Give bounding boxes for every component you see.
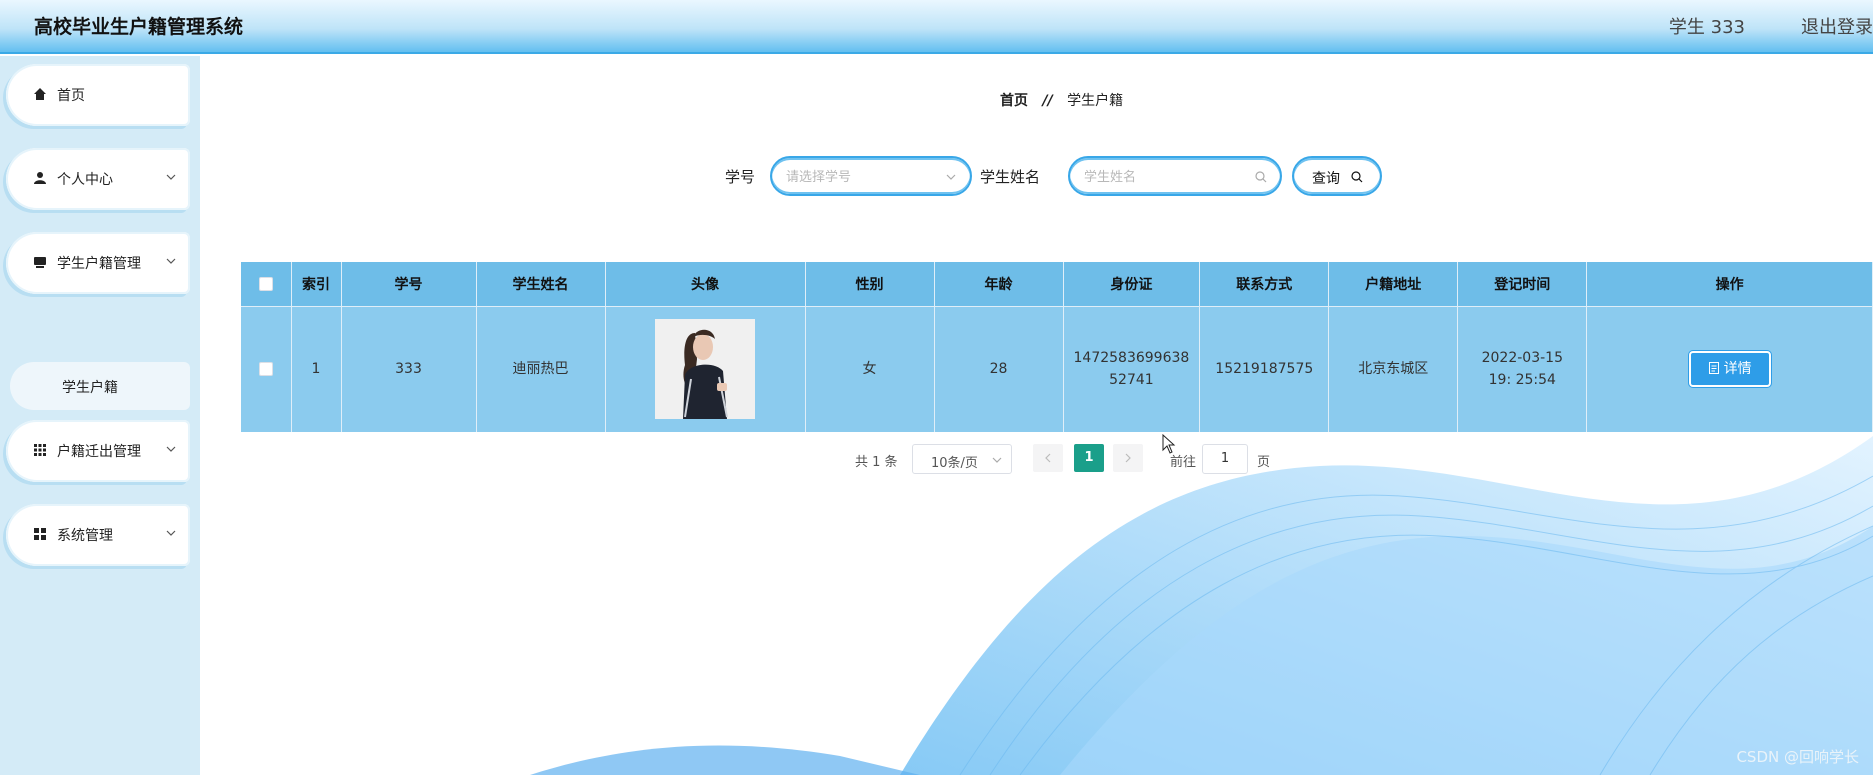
- breadcrumb-current: 学生户籍: [1067, 93, 1124, 109]
- logout-link[interactable]: 退出登录: [1801, 13, 1873, 39]
- chevron-left-icon: [1045, 453, 1051, 463]
- chevron-down-icon: [166, 530, 176, 536]
- sidebar-item-system-management[interactable]: 系统管理: [6, 504, 190, 566]
- column-header[interactable]: 头像: [605, 262, 806, 306]
- student-name-field[interactable]: [1068, 156, 1282, 196]
- page-unit-label: 页: [1257, 455, 1271, 470]
- search-bar: 学号 学生姓名 查询: [200, 156, 1873, 196]
- page-size-select[interactable]: 10条/页: [912, 444, 1012, 474]
- query-button-label: 查询: [1312, 171, 1340, 187]
- cell-student-no: 333: [341, 305, 477, 432]
- column-header[interactable]: 年龄: [934, 262, 1064, 306]
- chevron-down-icon: [166, 446, 176, 452]
- top-header: 高校毕业生户籍管理系统 学生 333 退出登录: [0, 0, 1873, 54]
- cell-id-card: 1472583699638 52741: [1063, 305, 1201, 432]
- chevron-down-icon: [946, 174, 956, 180]
- sidebar-item-label: 户籍迁出管理: [57, 444, 141, 460]
- page-size-value: 10条/页: [931, 456, 978, 471]
- chevron-right-icon: [1125, 453, 1131, 463]
- cell-address: 北京东城区: [1328, 305, 1459, 432]
- avatar-image: [655, 319, 755, 420]
- row-select-cell: [241, 305, 292, 432]
- prev-page-button[interactable]: [1033, 444, 1063, 472]
- mouse-cursor-icon: [1162, 434, 1176, 454]
- detail-button-label: 详情: [1723, 361, 1752, 378]
- folder-icon: [34, 257, 46, 268]
- cell-index: 1: [291, 305, 342, 432]
- student-no-label: 学号: [725, 168, 756, 186]
- home-icon: [34, 88, 46, 100]
- page-number-current[interactable]: 1: [1074, 444, 1104, 472]
- table-row: 1 333 迪丽热巴 女 28 1472583699638 52741 1521…: [241, 305, 1873, 432]
- query-button[interactable]: 查询: [1292, 156, 1382, 196]
- user-icon: [34, 172, 46, 184]
- sidebar-item-household-moveout[interactable]: 户籍迁出管理: [6, 420, 190, 482]
- student-name-input[interactable]: [1084, 167, 1234, 187]
- column-header[interactable]: 联系方式: [1199, 262, 1330, 306]
- column-header[interactable]: 户籍地址: [1328, 262, 1459, 306]
- cell-actions: 详情: [1586, 305, 1873, 432]
- breadcrumb: 首页 // 学生户籍: [1000, 90, 1123, 110]
- column-header[interactable]: 身份证: [1063, 262, 1201, 306]
- detail-button[interactable]: 详情: [1688, 351, 1771, 388]
- sidebar-item-student-household[interactable]: 学生户籍管理: [6, 232, 190, 294]
- sidebar-subitem-student-household[interactable]: 学生户籍: [10, 362, 190, 410]
- breadcrumb-home[interactable]: 首页: [1000, 93, 1028, 109]
- sidebar-item-label: 学生户籍管理: [57, 256, 141, 272]
- household-table: 索引 学号 学生姓名 头像 性别 年龄 身份证 联系方式 户籍地址 登记时间 操…: [241, 262, 1873, 432]
- app-title: 高校毕业生户籍管理系统: [34, 16, 244, 38]
- pagination-total: 共 1 条: [855, 455, 898, 470]
- cell-avatar: [605, 305, 806, 432]
- sidebar-item-label: 系统管理: [57, 528, 113, 544]
- sidebar-item-home[interactable]: 首页: [6, 64, 190, 126]
- sidebar-item-label: 首页: [57, 88, 85, 104]
- select-all-checkbox[interactable]: [258, 276, 273, 291]
- column-header[interactable]: 性别: [805, 262, 935, 306]
- sidebar: 首页 个人中心 学生户籍管理 学生户籍 户籍迁出管理 系统管理: [0, 56, 200, 775]
- pagination: 共 1 条 10条/页 1 前往 1 页: [200, 444, 1873, 474]
- watermark: CSDN @回响学长: [1736, 748, 1859, 766]
- breadcrumb-separator: //: [1042, 93, 1053, 109]
- sidebar-item-label: 个人中心: [57, 172, 113, 188]
- column-header[interactable]: 登记时间: [1457, 262, 1588, 306]
- avatar[interactable]: [655, 319, 755, 420]
- search-icon: [1351, 171, 1363, 183]
- column-header: 操作: [1586, 262, 1873, 306]
- document-icon: [1708, 362, 1719, 375]
- chevron-down-icon: [166, 174, 176, 180]
- cell-age: 28: [934, 305, 1064, 432]
- next-page-button[interactable]: [1113, 444, 1143, 472]
- main-content: 首页 // 学生户籍 学号 学生姓名 查询 索引 学号 学生姓名 头像 性别: [200, 56, 1873, 775]
- sidebar-item-personal-center[interactable]: 个人中心: [6, 148, 190, 210]
- select-all-cell: [241, 262, 292, 306]
- student-name-label: 学生姓名: [980, 168, 1041, 186]
- student-no-input[interactable]: [786, 167, 936, 187]
- row-checkbox[interactable]: [258, 362, 273, 377]
- cell-phone: 15219187575: [1199, 305, 1330, 432]
- table-header-row: 索引 学号 学生姓名 头像 性别 年龄 身份证 联系方式 户籍地址 登记时间 操…: [241, 262, 1873, 306]
- current-user: 学生 333: [1668, 17, 1745, 38]
- column-header[interactable]: 索引: [291, 262, 342, 306]
- column-header[interactable]: 学生姓名: [476, 262, 606, 306]
- column-header[interactable]: 学号: [341, 262, 477, 306]
- goto-page-input[interactable]: 1: [1202, 444, 1248, 474]
- apps-icon: [34, 528, 46, 540]
- chevron-down-icon: [166, 258, 176, 264]
- student-no-select[interactable]: [770, 156, 972, 196]
- sidebar-subitem-label: 学生户籍: [62, 380, 118, 396]
- cell-registered-time: 2022-03-15 19: 25:54: [1457, 305, 1588, 432]
- cell-name: 迪丽热巴: [476, 305, 606, 432]
- chevron-down-icon: [992, 457, 1002, 463]
- grid-icon: [34, 444, 46, 456]
- cell-gender: 女: [805, 305, 935, 432]
- search-icon: [1255, 171, 1267, 183]
